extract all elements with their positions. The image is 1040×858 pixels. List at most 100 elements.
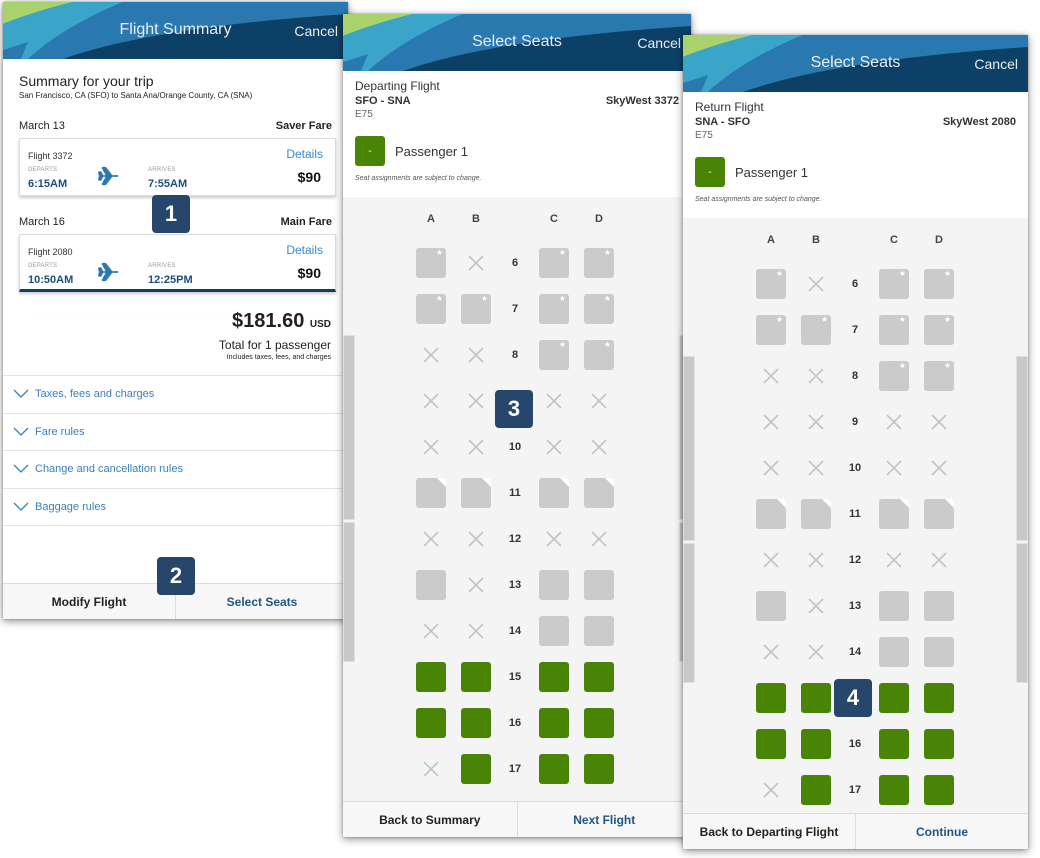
accordion-change-rules[interactable]: Change and cancellation rules — [3, 451, 348, 489]
star-icon: ★ — [480, 294, 488, 303]
flight-card[interactable]: Flight 3372 DEPARTS 6:15AM ARRIVES 7:55A… — [19, 138, 336, 196]
seat-13a[interactable] — [756, 591, 786, 621]
seat-6a[interactable]: ★ — [416, 248, 446, 278]
seat-7d[interactable]: ★ — [584, 294, 614, 324]
modify-flight-button[interactable]: Modify Flight — [3, 584, 175, 619]
seat-15d[interactable] — [924, 683, 954, 713]
seat-16a[interactable] — [416, 708, 446, 738]
seat-8c[interactable]: ★ — [539, 340, 569, 370]
seat-7a[interactable]: ★ — [416, 294, 446, 324]
seat-17a — [756, 775, 786, 805]
seat-15b[interactable] — [801, 683, 831, 713]
star-icon: ★ — [558, 248, 566, 257]
passenger-row[interactable]: - Passenger 1 — [695, 157, 1016, 187]
seat-15a[interactable] — [756, 683, 786, 713]
seat-15c[interactable] — [539, 662, 569, 692]
seat-13d[interactable] — [924, 591, 954, 621]
select-seats-button[interactable]: Select Seats — [175, 584, 348, 619]
row-number: 11 — [849, 508, 861, 520]
unavailable-x-icon — [808, 598, 824, 614]
seat-9b — [461, 386, 491, 416]
seat-16c[interactable] — [879, 729, 909, 759]
seat-12c — [539, 524, 569, 554]
column-header: D — [935, 234, 943, 246]
seat-16c[interactable] — [539, 708, 569, 738]
back-to-departing-button[interactable]: Back to Departing Flight — [683, 814, 855, 849]
accordion-fare-rules[interactable]: Fare rules — [3, 414, 348, 451]
seat-15b[interactable] — [461, 662, 491, 692]
cancel-button[interactable]: Cancel — [294, 23, 338, 39]
seat-13d[interactable] — [584, 570, 614, 600]
seat-11c[interactable] — [879, 499, 909, 529]
seat-13a[interactable] — [416, 570, 446, 600]
seat-11a[interactable] — [756, 499, 786, 529]
seat-6d[interactable]: ★ — [924, 269, 954, 299]
seat-7c[interactable]: ★ — [539, 294, 569, 324]
seat-17b[interactable] — [801, 775, 831, 805]
details-link[interactable]: Details — [286, 147, 323, 161]
seat-11d[interactable] — [584, 478, 614, 508]
accordion-baggage-rules[interactable]: Baggage rules — [3, 489, 348, 526]
arrive-time: 7:55AM — [148, 178, 188, 190]
seat-14d[interactable] — [924, 637, 954, 667]
unavailable-x-icon — [546, 439, 562, 455]
arrives-label: ARRIVES — [148, 167, 176, 173]
seat-15d[interactable] — [584, 662, 614, 692]
seat-11b[interactable] — [801, 499, 831, 529]
seat-14d[interactable] — [584, 616, 614, 646]
seat-7b[interactable]: ★ — [801, 315, 831, 345]
carrier-flight: SkyWest 3372 — [605, 95, 679, 107]
seat-16b[interactable] — [461, 708, 491, 738]
seat-17d[interactable] — [924, 775, 954, 805]
details-link[interactable]: Details — [286, 243, 323, 257]
seat-7b[interactable]: ★ — [461, 294, 491, 324]
cancel-button[interactable]: Cancel — [637, 35, 681, 51]
seat-7c[interactable]: ★ — [879, 315, 909, 345]
seat-13c[interactable] — [879, 591, 909, 621]
seat-16b[interactable] — [801, 729, 831, 759]
seat-7d[interactable]: ★ — [924, 315, 954, 345]
seat-11b[interactable] — [461, 478, 491, 508]
cancel-button[interactable]: Cancel — [974, 56, 1018, 72]
seat-17c[interactable] — [879, 775, 909, 805]
seat-8d[interactable]: ★ — [924, 361, 954, 391]
star-icon: ★ — [603, 248, 611, 257]
flight-card[interactable]: Flight 2080 DEPARTS 10:50AM ARRIVES 12:2… — [19, 234, 336, 292]
header: Flight Summary Cancel — [3, 2, 348, 59]
depart-time: 6:15AM — [28, 178, 68, 190]
seat-8d[interactable]: ★ — [584, 340, 614, 370]
seat-8c[interactable]: ★ — [879, 361, 909, 391]
seat-15a[interactable] — [416, 662, 446, 692]
back-to-summary-button[interactable]: Back to Summary — [343, 802, 517, 837]
seat-6c[interactable]: ★ — [879, 269, 909, 299]
seat-6d[interactable]: ★ — [584, 248, 614, 278]
unavailable-x-icon — [591, 531, 607, 547]
seat-14c[interactable] — [879, 637, 909, 667]
star-icon: ★ — [558, 294, 566, 303]
seat-15c[interactable] — [879, 683, 909, 713]
seat-17b[interactable] — [461, 754, 491, 784]
exit-row-corner-icon — [900, 499, 909, 508]
seat-14b — [461, 616, 491, 646]
seat-11a[interactable] — [416, 478, 446, 508]
seat-6a[interactable]: ★ — [756, 269, 786, 299]
seat-11d[interactable] — [924, 499, 954, 529]
accordion-taxes[interactable]: Taxes, fees and charges — [3, 376, 348, 414]
unavailable-x-icon — [423, 393, 439, 409]
seat-6c[interactable]: ★ — [539, 248, 569, 278]
row-number: 15 — [508, 671, 522, 683]
next-flight-button[interactable]: Next Flight — [516, 802, 692, 837]
seat-7a[interactable]: ★ — [756, 315, 786, 345]
seat-10c — [879, 453, 909, 483]
seat-16d[interactable] — [584, 708, 614, 738]
row-number: 14 — [508, 625, 522, 637]
seat-14c[interactable] — [539, 616, 569, 646]
passenger-row[interactable]: - Passenger 1 — [355, 136, 679, 166]
seat-13c[interactable] — [539, 570, 569, 600]
seat-16a[interactable] — [756, 729, 786, 759]
seat-17c[interactable] — [539, 754, 569, 784]
seat-17d[interactable] — [584, 754, 614, 784]
seat-16d[interactable] — [924, 729, 954, 759]
seat-11c[interactable] — [539, 478, 569, 508]
continue-button[interactable]: Continue — [855, 814, 1028, 849]
